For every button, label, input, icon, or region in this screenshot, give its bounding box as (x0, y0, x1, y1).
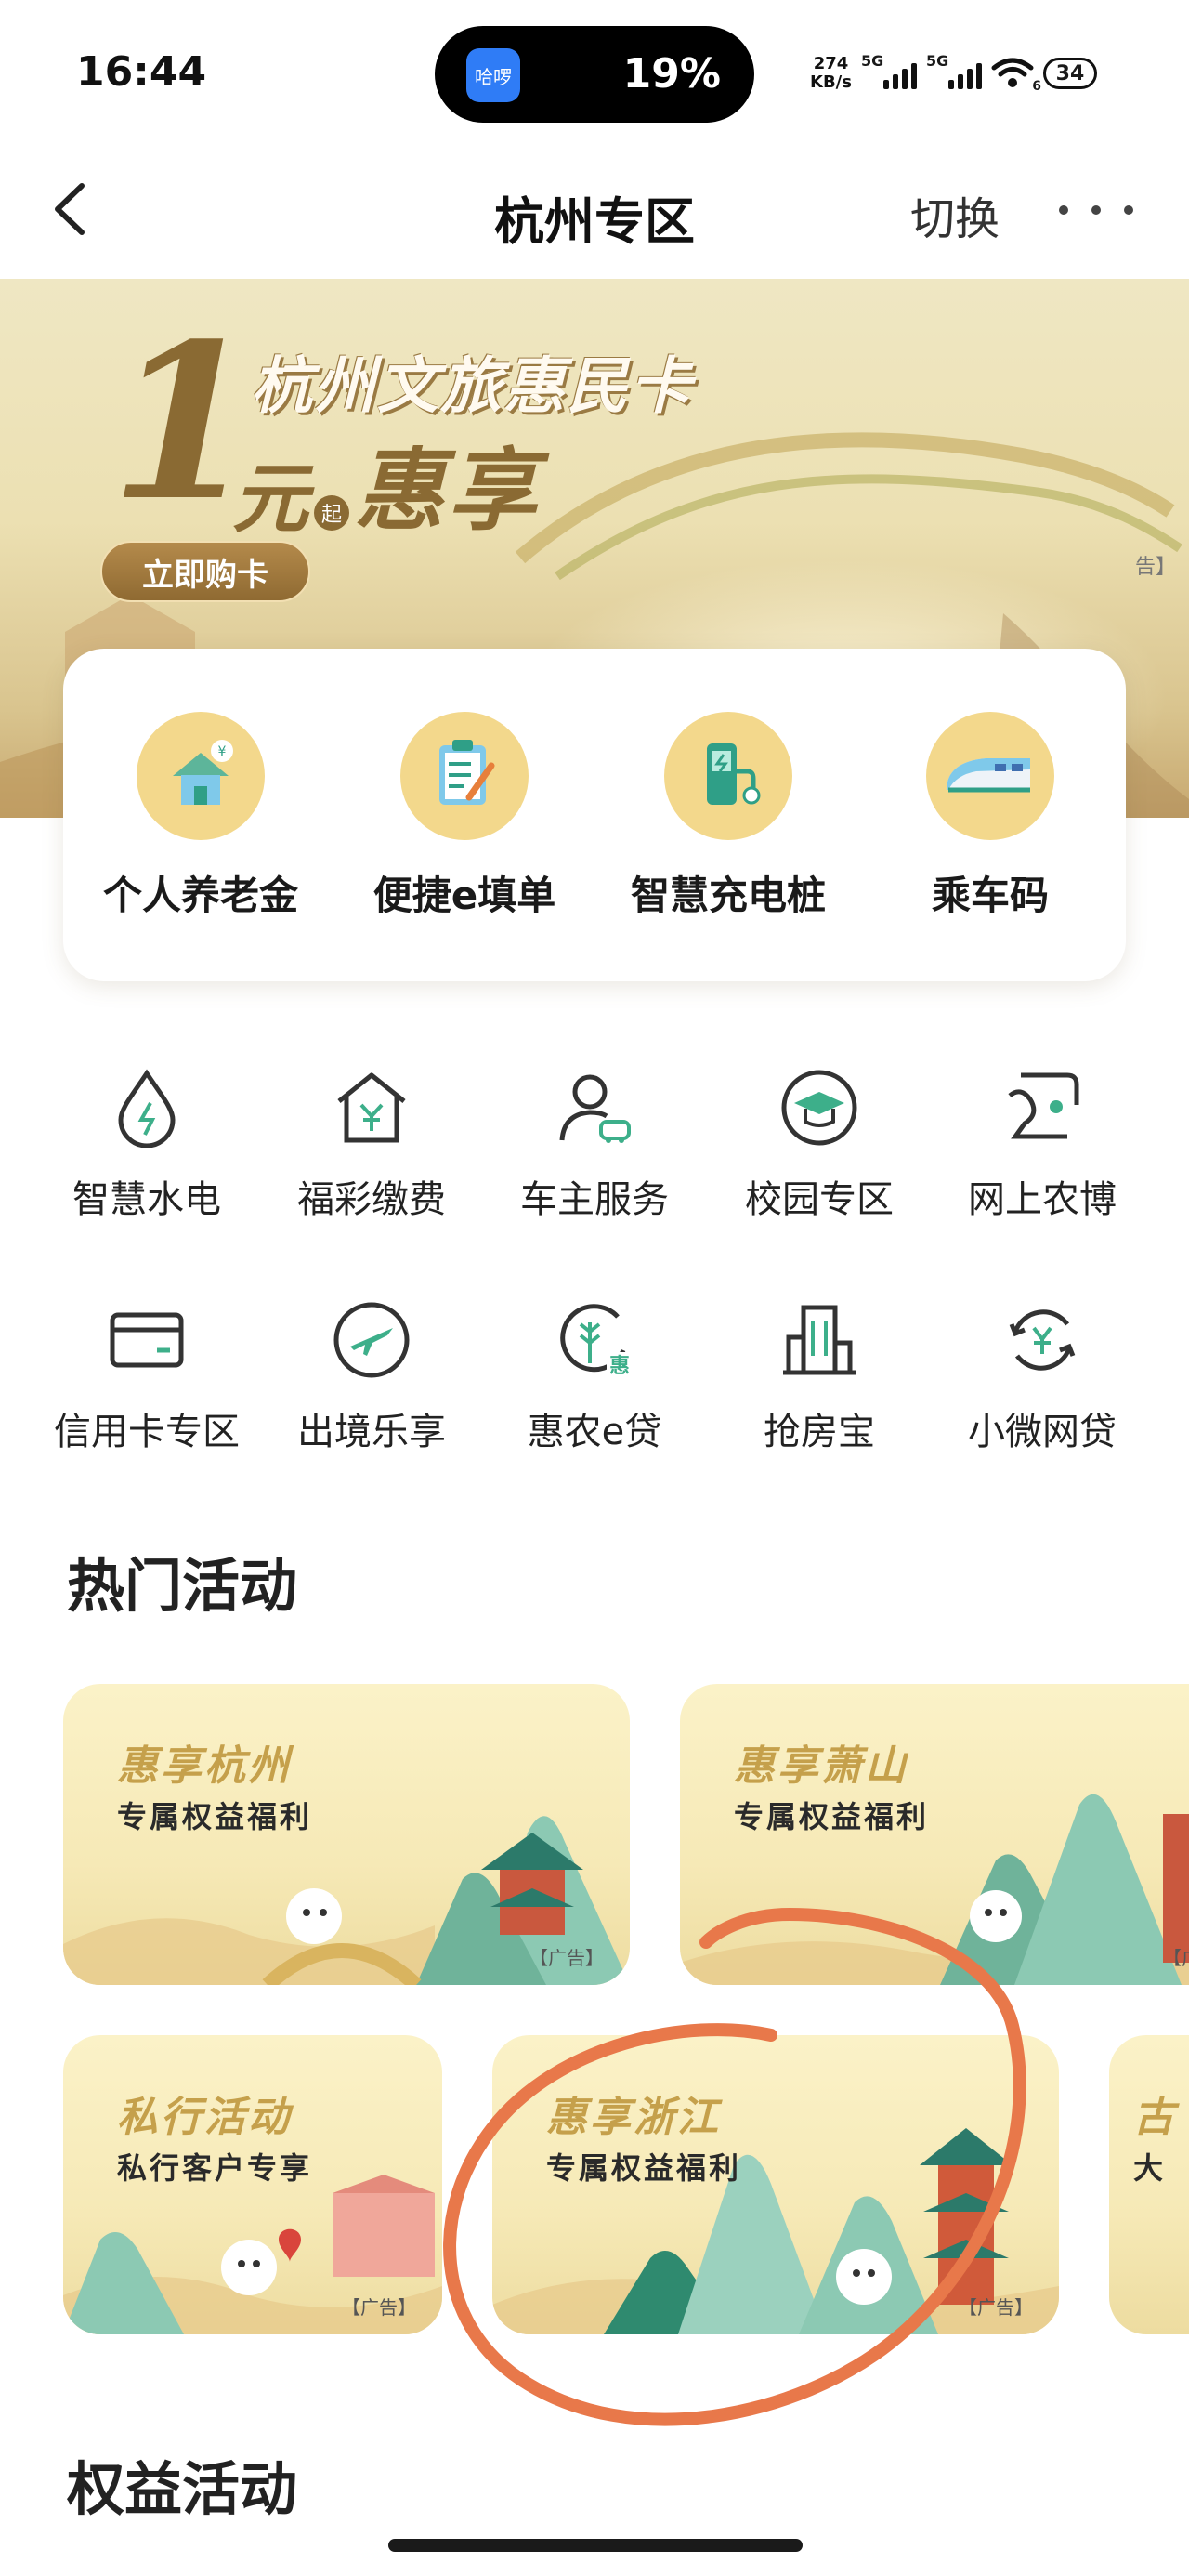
graduation-cap-icon (777, 1065, 862, 1150)
switch-city-button[interactable]: 切换 (910, 182, 1000, 247)
activity-ad-tag: 【广告】 (959, 2296, 1033, 2319)
island-battery-text: 19% (622, 50, 721, 98)
activity-ad-tag: 【广 (1163, 1947, 1189, 1969)
activity-subtitle: 大 (1133, 2150, 1167, 2186)
quick-label-transit: 乘车码 (931, 873, 1049, 918)
pension-house-icon: ¥ (137, 712, 265, 840)
service-campus[interactable]: 校园专区 (708, 1065, 931, 1223)
service-label: 信用卡专区 (54, 1411, 240, 1453)
signal-1-icon: 5G (861, 52, 917, 89)
signal-2-icon: 5G (926, 52, 982, 89)
service-label: 网上农博 (968, 1178, 1117, 1221)
nav-bar: 杭州专区 切换 (0, 149, 1189, 269)
activity-title: 惠享杭州 (117, 1742, 292, 1790)
quick-services-card: ¥ 个人养老金 便捷e填单 智慧充电桩 乘车码 (63, 649, 1126, 981)
buy-card-button[interactable]: 立即购卡 (100, 541, 310, 602)
service-label: 车主服务 (520, 1178, 669, 1221)
service-label: 智慧水电 (72, 1178, 221, 1221)
activity-ad-tag: 【广告】 (342, 2296, 416, 2319)
service-label: 抢房宝 (764, 1411, 875, 1453)
activity-card-partial[interactable]: 古 大 (1109, 2035, 1189, 2334)
farm-expo-icon (1000, 1065, 1085, 1150)
service-credit-card[interactable]: 信用卡专区 (35, 1297, 258, 1455)
net-speed: 274 KB/s (810, 55, 852, 92)
quick-item-transit[interactable]: 乘车码 (860, 712, 1120, 921)
activity-title: 私行活动 (117, 2094, 292, 2141)
activity-subtitle: 专属权益福利 (734, 1799, 930, 1834)
quick-label-charging: 智慧充电桩 (630, 873, 826, 918)
more-options-icon[interactable] (1059, 182, 1133, 238)
activity-card-zhejiang[interactable]: 惠享浙江 专属权益福利 【广告】 (492, 2035, 1059, 2334)
quick-item-pension[interactable]: ¥ 个人养老金 (71, 712, 331, 921)
car-owner-icon (552, 1065, 637, 1150)
svg-text:¥: ¥ (218, 744, 227, 759)
quick-label-pension: 个人养老金 (102, 873, 298, 918)
banner-yuan: 元 (232, 455, 308, 544)
activity-title: 惠享萧山 (734, 1742, 908, 1790)
service-agri-loan[interactable]: 惠 惠农e贷 (483, 1297, 706, 1455)
wheat-loan-icon: 惠 (552, 1297, 637, 1383)
banner-main-text: 惠享 (355, 439, 541, 543)
charging-pile-icon (664, 712, 792, 840)
page-title: 杭州专区 (494, 192, 695, 251)
net-speed-unit: KB/s (810, 72, 852, 92)
building-icon (777, 1297, 862, 1383)
service-farm-expo[interactable]: 网上农博 (931, 1065, 1154, 1223)
status-indicators: 274 KB/s 5G 5G 6 34 (810, 50, 1097, 97)
yuan-house-icon (329, 1065, 414, 1150)
wifi-label: 6 (1032, 79, 1041, 94)
dynamic-island[interactable]: 哈啰 19% (435, 26, 754, 123)
train-icon (926, 712, 1054, 840)
activity-subtitle: 专属权益福利 (117, 1799, 313, 1834)
signal-1-label: 5G (860, 52, 884, 70)
section-title-rights: 权益活动 (67, 2455, 298, 2523)
service-water-electric[interactable]: 智慧水电 (35, 1065, 258, 1223)
battery-icon: 34 (1042, 58, 1097, 89)
activity-subtitle: 私行客户专享 (117, 2150, 313, 2186)
activity-ad-tag: 【广告】 (529, 1947, 604, 1969)
quick-item-form[interactable]: 便捷e填单 (334, 712, 594, 921)
service-label: 惠农e贷 (527, 1411, 662, 1453)
status-time: 16:44 (76, 48, 207, 96)
service-label: 出境乐享 (297, 1411, 446, 1453)
service-outbound[interactable]: 出境乐享 (260, 1297, 483, 1455)
section-title-hot: 热门活动 (67, 1552, 298, 1620)
activity-title: 惠享浙江 (546, 2094, 721, 2141)
quick-item-charging[interactable]: 智慧充电桩 (598, 712, 858, 921)
banner-subheadline: 元 起 惠享 (232, 418, 541, 547)
activity-title: 古 (1133, 2094, 1177, 2141)
activity-subtitle: 专属权益福利 (546, 2150, 742, 2186)
yuan-cycle-icon (1000, 1297, 1085, 1383)
airplane-icon (329, 1297, 414, 1383)
island-app-icon: 哈啰 (466, 48, 520, 102)
service-house[interactable]: 抢房宝 (708, 1297, 931, 1455)
service-lottery[interactable]: 福彩缴费 (260, 1065, 483, 1223)
banner-qi-badge: 起 (314, 495, 349, 531)
net-speed-value: 274 (813, 54, 849, 73)
credit-card-icon (104, 1297, 189, 1383)
home-indicator[interactable] (388, 2539, 803, 2552)
activity-card-hangzhou[interactable]: 惠享杭州 专属权益福利 【广告】 (63, 1684, 630, 1985)
wifi-icon: 6 (991, 57, 1041, 94)
svg-text:惠: 惠 (609, 1355, 630, 1378)
service-label: 小微网贷 (968, 1411, 1117, 1453)
quick-label-form: 便捷e填单 (372, 873, 556, 918)
activity-card-private-bank[interactable]: 私行活动 私行客户专享 【广告】 (63, 2035, 442, 2334)
service-label: 校园专区 (745, 1178, 894, 1221)
clipboard-form-icon (400, 712, 529, 840)
service-car-owner[interactable]: 车主服务 (483, 1065, 706, 1223)
service-label: 福彩缴费 (297, 1178, 446, 1221)
signal-2-label: 5G (925, 52, 949, 70)
status-bar: 16:44 哈啰 19% 274 KB/s 5G 5G 6 34 (0, 0, 1189, 149)
banner-ad-tag: 告】 (1134, 556, 1176, 579)
water-drop-icon (104, 1065, 189, 1150)
banner-headline: 杭州文旅惠民卡 (251, 350, 693, 422)
service-micro-loan[interactable]: 小微网贷 (931, 1297, 1154, 1455)
activity-card-xiaoshan[interactable]: 惠享萧山 专属权益福利 【广 (680, 1684, 1189, 1985)
